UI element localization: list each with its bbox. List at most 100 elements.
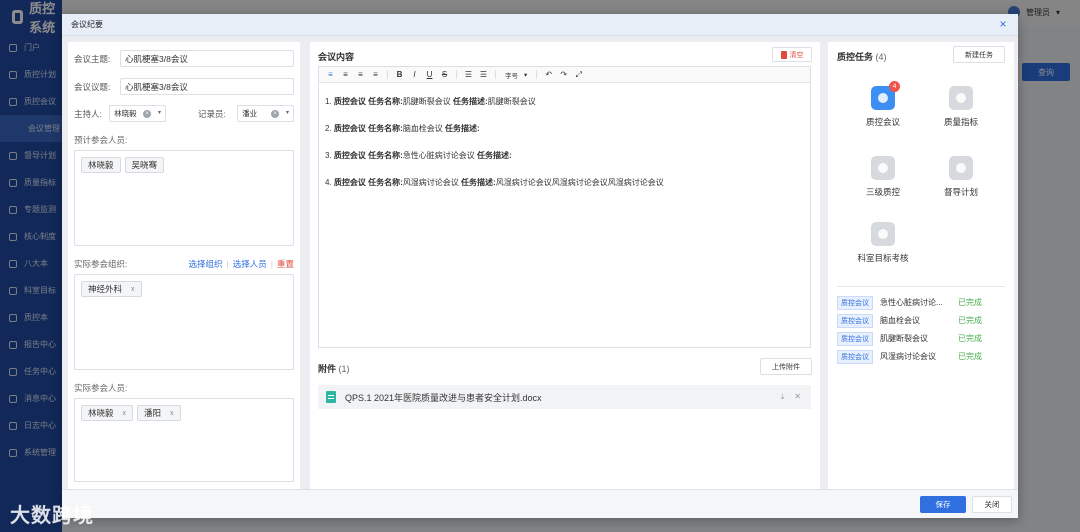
document-icon — [326, 391, 336, 403]
task-list-item[interactable]: 质控会议 脑血栓会议 已完成 — [837, 313, 1005, 328]
upload-attachment-button[interactable]: 上传附件 — [760, 358, 812, 375]
task-type-tag: 质控会议 — [837, 313, 873, 328]
issue-label: 会议议题: — [74, 81, 111, 92]
trash-icon — [780, 50, 787, 59]
attendee-name: 吴晓骞 — [131, 160, 158, 170]
italic-icon[interactable]: I — [407, 68, 422, 82]
font-size-select[interactable]: 字号 ▾ — [500, 70, 532, 80]
task-name: 急性心脏病讨论... — [880, 298, 943, 307]
task-list-item[interactable]: 质控会议 风湿病讨论会议 已完成 — [837, 349, 1005, 364]
strikethrough-icon[interactable]: S — [437, 68, 452, 82]
tile-supervision-plan[interactable]: 督导计划 — [928, 156, 994, 198]
close-icon[interactable]: × — [997, 18, 1009, 30]
issue-input[interactable]: 心肌梗塞3/8会议 — [120, 78, 294, 95]
item-name: 肌腱断裂会议 — [402, 97, 451, 106]
align-left-icon[interactable]: ≡ — [323, 68, 338, 82]
editor-content[interactable]: 1. 质控会议 任务名称:肌腱断裂会议 任务描述:肌腱断裂会议 2. 质控会议 … — [319, 83, 810, 219]
align-justify-icon[interactable]: ≡ — [368, 68, 383, 82]
clear-icon[interactable]: × — [271, 110, 279, 118]
org-actions: 选择组织 | 选择人员 | 重置 — [189, 258, 294, 270]
dialog-footer: 保存 关闭 — [62, 489, 1018, 518]
item-name: 急性心脏病讨论会议 — [402, 151, 475, 160]
reset-link[interactable]: 重置 — [277, 258, 294, 270]
content-title: 会议内容 — [318, 52, 355, 62]
topic-input[interactable]: 心肌梗塞3/8会议 — [120, 50, 294, 67]
qc-tasks-panel: 质控任务 (4) 新建任务 4 质控会议 质量指标 三级质控 督导计划 科室目标… — [828, 42, 1014, 489]
host-select[interactable]: 林晓毅 × ▾ — [109, 105, 167, 122]
org-name: 神经外科 — [88, 284, 123, 294]
ordered-list-icon[interactable]: ☰ — [461, 68, 476, 82]
divider: | — [226, 259, 229, 269]
align-center-icon[interactable]: ≡ — [338, 68, 353, 82]
host-value: 林晓毅 — [114, 109, 137, 118]
icon-glyph — [878, 93, 888, 103]
issue-row: 会议议题: 心肌梗塞3/8会议 — [74, 78, 294, 95]
underline-icon[interactable]: U — [422, 68, 437, 82]
topic-row: 会议主题: 心肌梗塞3/8会议 — [74, 50, 294, 67]
recorder-select[interactable]: 潘业 × ▾ — [237, 105, 294, 122]
task-list-item[interactable]: 质控会议 肌腱断裂会议 已完成 — [837, 331, 1005, 346]
attendee-tag: 林晓毅 — [81, 157, 121, 173]
tile-dept-target[interactable]: 科室目标考核 — [850, 222, 916, 264]
remove-tag-icon[interactable]: x — [123, 410, 127, 417]
actual-attendees-box: 林晓毅 x 潘阳 x — [74, 398, 294, 482]
clear-icon[interactable]: × — [143, 110, 152, 118]
align-right-icon[interactable]: ≡ — [353, 68, 368, 82]
select-org-link[interactable]: 选择组织 — [189, 258, 223, 270]
download-icon[interactable]: ⤓ — [781, 392, 785, 402]
remove-tag-icon[interactable]: x — [170, 410, 174, 417]
actual-orgs-box: 神经外科 x — [74, 274, 294, 370]
tile-label: 质控会议 — [865, 117, 900, 127]
remove-tag-icon[interactable]: x — [131, 286, 135, 293]
meeting-info-panel: 会议主题: 心肌梗塞3/8会议 会议议题: 心肌梗塞3/8会议 主持人: 林晓毅… — [68, 42, 300, 489]
actual-attendees-label: 实际参会人员: — [74, 383, 128, 393]
attachment-filename[interactable]: QPS.1 2021年医院质量改进与患者安全计划.docx — [345, 391, 542, 404]
item-name: 脑血栓会议 — [402, 124, 443, 133]
tile-three-level-qc[interactable]: 三级质控 — [850, 156, 916, 198]
divider — [837, 286, 1005, 287]
attendee-tag: 林晓毅 x — [81, 405, 134, 421]
task-name: 风湿病讨论会议 — [880, 352, 936, 361]
divider — [387, 70, 388, 79]
font-size-label: 字号 — [505, 72, 518, 80]
bullet-list-icon[interactable]: ☰ — [476, 68, 491, 82]
tile-qc-meeting[interactable]: 4 质控会议 — [850, 81, 916, 128]
divider: | — [270, 259, 273, 269]
icon-glyph — [878, 229, 888, 239]
item-name-label: 任务名称: — [368, 151, 403, 160]
fullscreen-icon[interactable]: ⤢ — [571, 68, 586, 82]
new-task-button[interactable]: 新建任务 — [953, 46, 1005, 63]
clear-button[interactable]: 清空 — [772, 47, 812, 62]
bold-icon[interactable]: B — [392, 68, 407, 82]
attachment-item[interactable]: QPS.1 2021年医院质量改进与患者安全计划.docx ⤓ ✕ — [318, 385, 811, 409]
person-icon — [949, 156, 973, 180]
editor-toolbar: ≡ ≡ ≡ ≡ B I U S ☰ ☰ 字号 ▾ ↶ ↷ ⤢ — [319, 67, 810, 83]
tile-quality-index[interactable]: 质量指标 — [928, 86, 994, 128]
delete-icon[interactable]: ✕ — [794, 392, 801, 402]
chevron-down-icon: ▾ — [285, 110, 289, 116]
task-list-item[interactable]: 质控会议 急性心脏病讨论... 已完成 — [837, 295, 1005, 310]
chevron-down-icon: ▾ — [158, 110, 162, 116]
shield-icon — [871, 156, 895, 180]
save-button[interactable]: 保存 — [920, 496, 966, 513]
redo-icon[interactable]: ↷ — [556, 68, 571, 82]
item-desc-label: 任务描述: — [461, 178, 496, 187]
attendee-name: 林晓毅 — [88, 160, 114, 170]
divider — [536, 70, 538, 79]
chevron-down-icon: ▾ — [524, 71, 528, 79]
item-desc: 肌腱断裂会议 — [487, 97, 536, 106]
icon-glyph — [878, 163, 888, 173]
org-tag: 神经外科 x — [81, 281, 142, 297]
tile-label: 督导计划 — [943, 187, 978, 197]
close-button[interactable]: 关闭 — [972, 496, 1012, 513]
undo-icon[interactable]: ↶ — [541, 68, 556, 82]
item-desc-label: 任务描述: — [445, 124, 480, 133]
watermark: 大数跨境 — [10, 505, 94, 527]
rich-text-editor[interactable]: ≡ ≡ ≡ ≡ B I U S ☰ ☰ 字号 ▾ ↶ ↷ ⤢ 1. 质控会议 任… — [318, 66, 811, 348]
item-name-label: 任务名称: — [368, 124, 403, 133]
item-meeting: 质控会议 — [333, 97, 366, 106]
content-item: 2. 质控会议 任务名称:脑血栓会议 任务描述: — [325, 124, 804, 134]
select-person-link[interactable]: 选择人员 — [233, 258, 267, 270]
task-status: 已完成 — [958, 352, 982, 361]
item-meeting: 质控会议 — [333, 178, 366, 187]
